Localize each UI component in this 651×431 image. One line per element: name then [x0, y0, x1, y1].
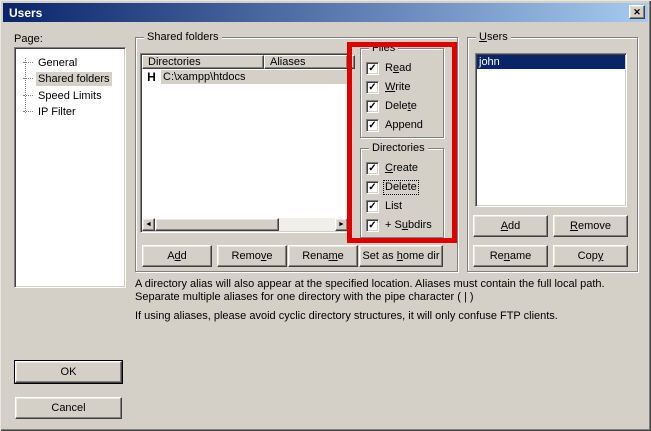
checkbox-box: ✓: [366, 62, 379, 75]
scrollbar-thumb[interactable]: [155, 218, 279, 231]
append-checkbox[interactable]: ✓ Append: [366, 119, 424, 132]
create-checkbox[interactable]: ✓ Create: [366, 162, 419, 175]
button-label: Remove: [232, 250, 273, 262]
subdirs-checkbox[interactable]: ✓ + Subdirs: [366, 219, 433, 232]
delete-files-label: Delete: [384, 100, 418, 113]
delete-dirs-label: Delete: [384, 181, 418, 194]
button-label: Rename: [490, 250, 532, 262]
close-button[interactable]: ✕: [629, 5, 645, 19]
files-group-label: Files: [369, 42, 398, 55]
checkbox-box: ✓: [366, 162, 379, 175]
check-icon: ✓: [368, 82, 376, 93]
button-label: Remove: [570, 220, 611, 232]
column-header-filler: [348, 55, 355, 69]
read-label: Read: [384, 62, 412, 75]
directory-row[interactable]: H C:\xampp\htdocs: [142, 70, 348, 84]
check-icon: ✓: [368, 101, 376, 112]
check-icon: ✓: [368, 182, 376, 193]
close-icon: ✕: [633, 7, 641, 17]
rename-directory-button[interactable]: Rename: [288, 245, 358, 267]
scrollbar-track[interactable]: [279, 218, 335, 231]
delete-dirs-checkbox[interactable]: ✓ Delete: [366, 181, 418, 194]
alias-help-paragraph-1: A directory alias will also appear at th…: [135, 278, 647, 304]
scroll-left-icon: ◄: [145, 221, 152, 228]
tree-stub: [23, 62, 33, 63]
shared-folders-group-label: Shared folders: [144, 31, 222, 44]
read-checkbox[interactable]: ✓ Read: [366, 62, 412, 75]
page-item-speed-limits[interactable]: Speed Limits: [18, 88, 104, 103]
directory-list: Directories Aliases H C:\xampp\htdocs ◄ …: [140, 53, 350, 233]
scroll-right-button[interactable]: ►: [335, 218, 348, 231]
directories-group-label: Directories: [369, 142, 428, 155]
write-label: Write: [384, 81, 411, 94]
button-label: Add: [501, 220, 521, 232]
title-bar: Users ✕: [3, 3, 648, 22]
check-icon: ✓: [368, 163, 376, 174]
users-list: john: [475, 53, 627, 207]
checkbox-box: ✓: [366, 181, 379, 194]
users-group-label: Users: [476, 31, 511, 44]
button-label: Rename: [302, 250, 344, 262]
add-directory-button[interactable]: Add: [142, 245, 212, 267]
delete-files-checkbox[interactable]: ✓ Delete: [366, 100, 418, 113]
tree-stub: [23, 78, 33, 79]
create-label: Create: [384, 162, 419, 175]
page-item-label: Speed Limits: [36, 89, 104, 103]
page-label: Page:: [14, 33, 43, 45]
scroll-left-button[interactable]: ◄: [142, 218, 155, 231]
page-item-ip-filter[interactable]: IP Filter: [18, 104, 78, 119]
append-label: Append: [384, 119, 424, 132]
check-icon: ✓: [368, 120, 376, 131]
column-header-directories[interactable]: Directories: [142, 55, 264, 69]
write-checkbox[interactable]: ✓ Write: [366, 81, 411, 94]
button-label: Add: [167, 250, 187, 262]
page-item-general[interactable]: General: [18, 55, 79, 70]
horizontal-scrollbar[interactable]: ◄ ►: [142, 218, 348, 231]
subdirs-label: + Subdirs: [384, 219, 433, 232]
check-icon: ✓: [368, 201, 376, 212]
window-title: Users: [9, 6, 42, 20]
ok-button[interactable]: OK: [15, 361, 122, 383]
directory-path: C:\xampp\htdocs: [161, 70, 348, 84]
page-item-label: General: [36, 56, 79, 70]
check-icon: ✓: [368, 220, 376, 231]
tree-stub: [23, 95, 33, 96]
copy-user-button[interactable]: Copy: [553, 245, 628, 267]
set-as-home-dir-button[interactable]: Set as home dir: [359, 245, 443, 267]
button-label: Set as home dir: [362, 250, 439, 262]
checkbox-box: ✓: [366, 119, 379, 132]
scroll-right-icon: ►: [338, 221, 345, 228]
remove-user-button[interactable]: Remove: [553, 215, 628, 237]
checkbox-box: ✓: [366, 100, 379, 113]
remove-directory-button[interactable]: Remove: [217, 245, 287, 267]
users-dialog: Users ✕ Page: General Shared folders Spe…: [0, 0, 651, 431]
page-item-label: IP Filter: [36, 105, 78, 119]
checkbox-box: ✓: [366, 219, 379, 232]
column-header-aliases[interactable]: Aliases: [264, 55, 348, 69]
add-user-button[interactable]: Add: [473, 215, 548, 237]
user-row-selected[interactable]: john: [477, 55, 625, 69]
list-label: List: [384, 200, 403, 213]
tree-stub: [23, 111, 33, 112]
page-item-label-selected: Shared folders: [36, 72, 112, 86]
cancel-button[interactable]: Cancel: [15, 397, 122, 419]
alias-help-paragraph-2: If using aliases, please avoid cyclic di…: [135, 310, 647, 323]
alias-help-text: A directory alias will also appear at th…: [135, 278, 647, 323]
page-item-shared-folders[interactable]: Shared folders: [18, 71, 112, 86]
list-checkbox[interactable]: ✓ List: [366, 200, 403, 213]
check-icon: ✓: [368, 63, 376, 74]
rename-user-button[interactable]: Rename: [473, 245, 548, 267]
checkbox-box: ✓: [366, 200, 379, 213]
button-label: Copy: [578, 250, 604, 262]
checkbox-box: ✓: [366, 81, 379, 94]
home-directory-marker: H: [142, 70, 161, 84]
page-list: General Shared folders Speed Limits IP F…: [14, 47, 126, 288]
